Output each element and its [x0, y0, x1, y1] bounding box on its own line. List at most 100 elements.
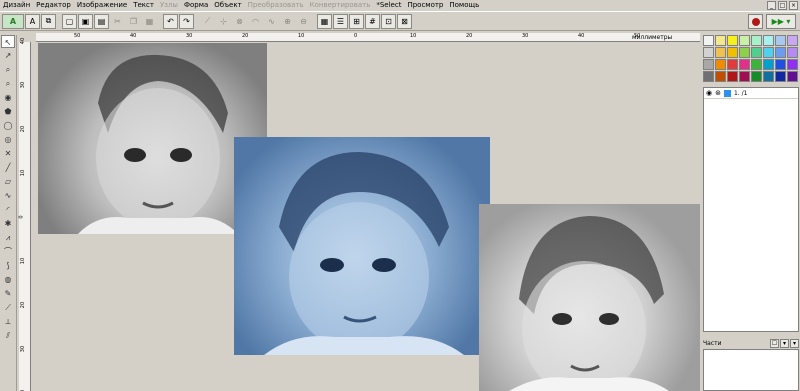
menu-item-8[interactable]: Конвертировать	[307, 0, 374, 11]
photo-halftone[interactable]	[479, 204, 700, 391]
node-tool-icon[interactable]: ↗	[1, 49, 15, 62]
arc-icon[interactable]: ◠	[248, 14, 263, 29]
polygon-tool-icon[interactable]: ⬟	[1, 105, 15, 118]
open-file-icon[interactable]: ▣	[78, 13, 93, 29]
photo-blue-tint[interactable]	[234, 137, 490, 355]
curve-tool-icon[interactable]: ⌒	[1, 245, 15, 258]
restore-button[interactable]: □	[778, 1, 787, 10]
design-canvas[interactable]	[32, 43, 700, 391]
color-swatch[interactable]	[775, 47, 786, 58]
freehand-tool-icon[interactable]: ∿	[1, 189, 15, 202]
menu-item-11[interactable]: Помощь	[446, 0, 482, 11]
brush-tool-icon[interactable]: ⫽	[1, 329, 15, 342]
color-swatch[interactable]	[787, 47, 798, 58]
pen-tool-icon[interactable]: ✎	[1, 287, 15, 300]
parts-toggle-button[interactable]: ☐	[770, 338, 779, 348]
node-delete-icon[interactable]: ⊗	[232, 14, 247, 29]
record-button[interactable]	[748, 14, 763, 29]
menu-item-7[interactable]: Преобразовать	[245, 0, 307, 11]
color-swatch[interactable]	[775, 59, 786, 70]
color-swatch[interactable]	[763, 71, 774, 82]
layers-icon[interactable]: ☰	[333, 13, 348, 29]
color-swatch[interactable]	[727, 35, 738, 46]
color-swatch[interactable]	[763, 47, 774, 58]
minimize-button[interactable]: _	[767, 1, 776, 10]
zoom-out-tool-icon[interactable]: ⌕	[1, 77, 15, 90]
menu-item-3[interactable]: Текст	[130, 0, 157, 11]
color-swatch[interactable]	[715, 71, 726, 82]
color-swatch[interactable]	[703, 59, 714, 70]
close-button[interactable]: ×	[789, 1, 798, 10]
select-tool-icon[interactable]: ↖	[1, 35, 15, 48]
color-swatch[interactable]	[739, 35, 750, 46]
parts-menu-button[interactable]: ▾	[790, 338, 799, 348]
redo-icon[interactable]: ↷	[179, 13, 194, 29]
color-swatch[interactable]	[727, 71, 738, 82]
spiral-tool-icon[interactable]: ◎	[1, 133, 15, 146]
fill-tool-icon[interactable]: ◉	[1, 91, 15, 104]
menu-item-1[interactable]: Редактор	[33, 0, 74, 11]
menu-item-9[interactable]: *Select	[373, 0, 404, 11]
menu-item-4[interactable]: Узлы	[157, 0, 181, 11]
color-swatch[interactable]	[703, 71, 714, 82]
line-tool-icon[interactable]: ╱	[1, 161, 15, 174]
color-swatch[interactable]	[763, 59, 774, 70]
color-swatch[interactable]	[787, 59, 798, 70]
measure-tool-icon[interactable]: ⟂	[1, 315, 15, 328]
color-swatch[interactable]	[751, 71, 762, 82]
color-swatch[interactable]	[751, 59, 762, 70]
color-swatch[interactable]	[775, 35, 786, 46]
node-edit-icon[interactable]: ⟋	[200, 14, 215, 29]
align-icon[interactable]: ⊞	[349, 13, 364, 29]
color-swatch[interactable]	[763, 35, 774, 46]
menu-item-10[interactable]: Просмотр	[404, 0, 446, 11]
rect-tool-icon[interactable]: ▱	[1, 175, 15, 188]
save-icon[interactable]: ▤	[94, 13, 109, 29]
photo-grayscale[interactable]	[38, 43, 267, 234]
weld-icon[interactable]: ⊕	[280, 14, 295, 29]
color-swatch[interactable]	[715, 47, 726, 58]
cross-tool-icon[interactable]: ✕	[1, 147, 15, 160]
paste-icon[interactable]: ▦	[142, 14, 157, 29]
grid-icon[interactable]: #	[365, 13, 380, 29]
color-swatch[interactable]	[727, 47, 738, 58]
knife-tool-icon[interactable]: ⟋	[1, 301, 15, 314]
parts-dropdown-button[interactable]: ▾	[780, 338, 789, 348]
layer-row[interactable]: ◉ ⊛ 1. /1	[704, 88, 798, 99]
menu-item-5[interactable]: Форма	[181, 0, 211, 11]
arc-tool-icon[interactable]: ◜	[1, 203, 15, 216]
bezier-tool-icon[interactable]: ⟆	[1, 259, 15, 272]
properties-icon[interactable]: ▦	[317, 13, 332, 29]
color-swatch[interactable]	[751, 47, 762, 58]
run-button[interactable]: ▶▶ ▾	[766, 14, 796, 29]
color-swatch[interactable]	[703, 47, 714, 58]
color-swatch[interactable]	[775, 71, 786, 82]
color-swatch[interactable]	[703, 35, 714, 46]
color-swatch[interactable]	[739, 47, 750, 58]
app-logo-button[interactable]: A	[2, 13, 24, 29]
color-swatch[interactable]	[739, 71, 750, 82]
color-swatch[interactable]	[751, 35, 762, 46]
menu-item-0[interactable]: Дизайн	[0, 0, 33, 11]
undo-icon[interactable]: ↶	[163, 13, 178, 29]
eye-icon[interactable]: ◉	[706, 89, 712, 97]
menu-item-6[interactable]: Объект	[211, 0, 244, 11]
ellipse-tool-icon[interactable]: ◯	[1, 119, 15, 132]
color-swatch[interactable]	[715, 59, 726, 70]
zoom-tool-icon[interactable]: ⌕	[1, 63, 15, 76]
zoom-fit-icon[interactable]: ⊡	[381, 13, 396, 29]
lock-icon[interactable]: ⊛	[715, 89, 721, 97]
curve-icon[interactable]: ∿	[264, 14, 279, 29]
node-add-icon[interactable]: ⊹	[216, 14, 231, 29]
text-frame-icon[interactable]: ⧉	[41, 13, 56, 29]
text-tool-icon[interactable]: A	[25, 13, 40, 29]
cut-icon[interactable]: ✂	[110, 14, 125, 29]
zoom-icon[interactable]: ⊠	[397, 13, 412, 29]
color-swatch[interactable]	[727, 59, 738, 70]
copy-icon[interactable]: ❐	[126, 14, 141, 29]
circle-tool-icon[interactable]: ◍	[1, 273, 15, 286]
color-swatch[interactable]	[787, 71, 798, 82]
star-tool-icon[interactable]: ✱	[1, 217, 15, 230]
new-file-icon[interactable]: ▢	[62, 13, 77, 29]
trim-icon[interactable]: ⊖	[296, 14, 311, 29]
